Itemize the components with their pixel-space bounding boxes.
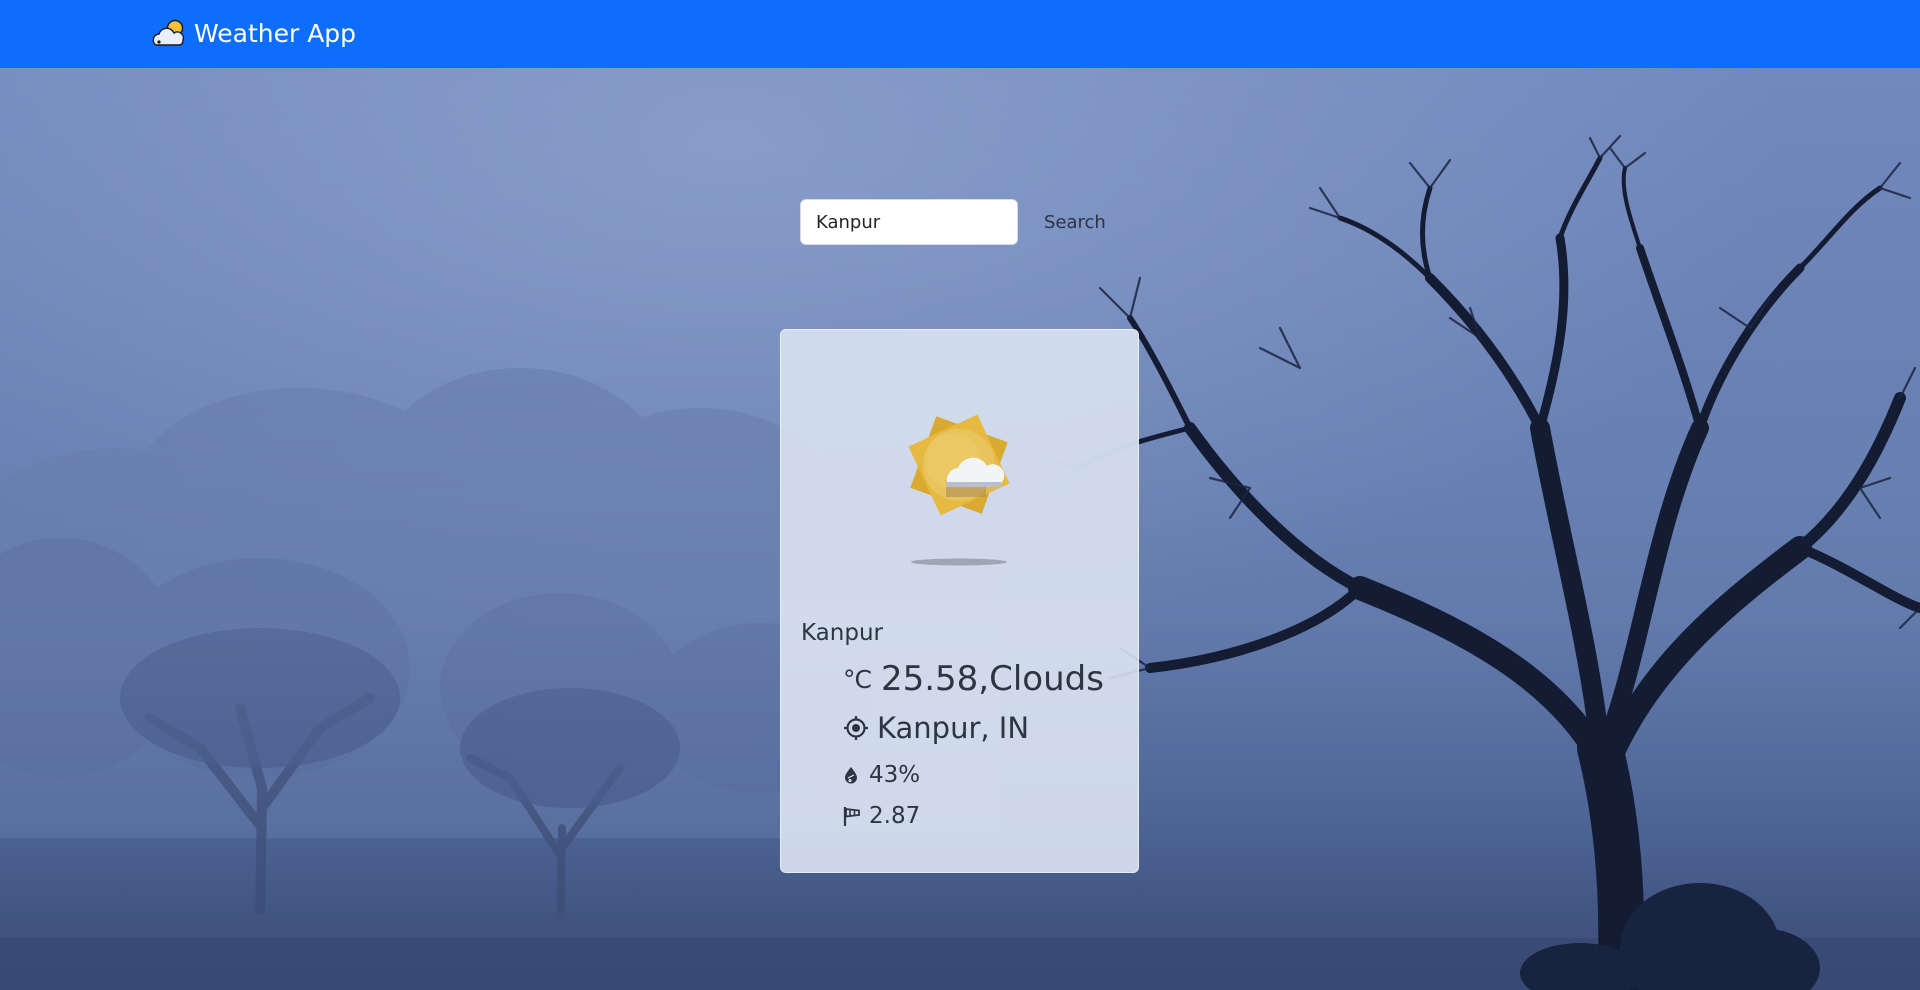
- celsius-icon: °C: [843, 664, 872, 694]
- sun-cloud-icon: [908, 414, 1010, 566]
- wind-value: 2.87: [869, 803, 921, 829]
- search-input[interactable]: [800, 199, 1018, 245]
- location-crosshair-icon: [844, 716, 868, 740]
- location-row: Kanpur, IN: [843, 711, 1029, 745]
- navbar: Weather App: [0, 0, 1920, 68]
- temperature-value: 25.58,Clouds: [880, 659, 1104, 699]
- brand-link[interactable]: Weather App: [150, 16, 356, 50]
- humidity-row: 43%: [843, 762, 920, 788]
- cloud-sun-icon: [152, 19, 185, 46]
- search-button[interactable]: Search: [1032, 204, 1118, 241]
- location-value: Kanpur, IN: [877, 711, 1030, 745]
- weather-card: Kanpur °C 25.58,Clouds Kanpur, IN 43% 2.…: [780, 329, 1139, 873]
- weather-card-image: [781, 330, 1138, 600]
- temperature-row: °C 25.58,Clouds: [843, 659, 1104, 699]
- windsock-icon: [843, 807, 860, 826]
- city-name: Kanpur: [801, 620, 883, 646]
- wind-row: 2.87: [843, 803, 920, 829]
- brand-title: Weather App: [194, 18, 357, 48]
- droplet-icon: [845, 767, 857, 784]
- humidity-value: 43%: [869, 762, 921, 788]
- search-form: Search: [800, 199, 1118, 245]
